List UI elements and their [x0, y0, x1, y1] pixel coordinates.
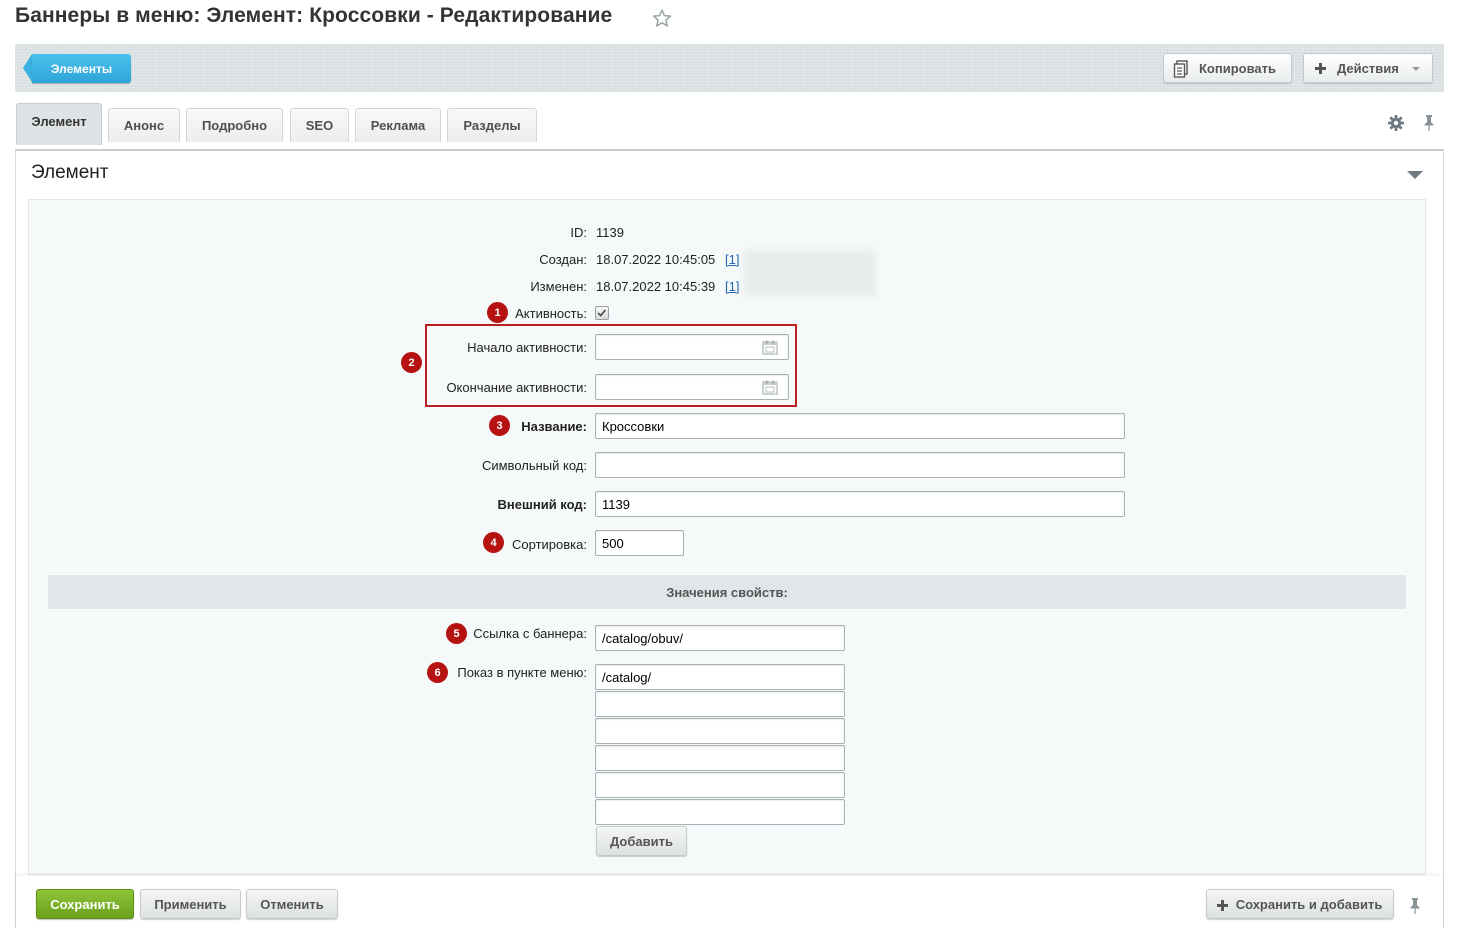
copy-button-label: Копировать — [1199, 60, 1277, 76]
sort-input[interactable]: 500 — [595, 530, 684, 556]
section-title: Элемент — [31, 162, 109, 183]
pin-icon[interactable] — [1422, 114, 1436, 132]
menu-item-label: Показ в пункте меню: — [457, 665, 587, 680]
code-label: Символьный код: — [481, 458, 587, 473]
menu-item-input[interactable] — [595, 799, 845, 825]
page-title: Баннеры в меню: Элемент: Кроссовки - Ред… — [15, 4, 613, 27]
checkmark-icon — [597, 309, 607, 317]
redacted-user-name — [744, 250, 876, 296]
tab-seo[interactable]: SEO — [290, 108, 349, 142]
menu-item-input[interactable] — [595, 718, 845, 744]
plus-icon — [1217, 900, 1228, 911]
properties-header: Значения свойств: — [48, 575, 1406, 609]
active-from-input[interactable] — [595, 334, 789, 360]
id-value: 1139 — [596, 225, 624, 240]
calendar-icon[interactable] — [762, 380, 778, 395]
back-arrow-icon[interactable] — [23, 54, 32, 82]
banner-link-input[interactable]: /catalog/obuv/ — [595, 625, 845, 651]
menu-item-input[interactable]: /catalog/ — [595, 664, 845, 690]
elements-button[interactable]: Элементы — [32, 54, 131, 83]
collapse-arrow-icon[interactable] — [1407, 171, 1423, 179]
actions-button[interactable]: Действия — [1303, 53, 1433, 83]
modified-user-link[interactable]: [1] — [725, 279, 739, 294]
active-label: Активность: — [515, 306, 587, 321]
marker-4: 4 — [483, 532, 504, 553]
calendar-icon[interactable] — [762, 340, 778, 355]
menu-item-input[interactable] — [595, 691, 845, 717]
marker-3: 3 — [489, 415, 510, 436]
active-to-input[interactable] — [595, 374, 789, 400]
pin-icon[interactable] — [1408, 897, 1422, 915]
tab-element[interactable]: Элемент — [16, 103, 102, 145]
star-icon[interactable] — [652, 8, 672, 28]
active-checkbox[interactable] — [595, 306, 609, 320]
save-and-add-button[interactable]: Сохранить и добавить — [1206, 889, 1394, 919]
plus-icon — [1315, 63, 1326, 74]
name-input[interactable]: Кроссовки — [595, 413, 1125, 439]
id-label: ID: — [570, 225, 587, 240]
actions-button-label: Действия — [1337, 60, 1399, 76]
modified-label: Изменен: — [530, 279, 587, 294]
xml-id-input[interactable]: 1139 — [595, 491, 1125, 517]
sort-label: Сортировка: — [512, 537, 587, 552]
xml-id-label: Внешний код: — [497, 497, 587, 512]
modified-value: 18.07.2022 10:45:39 — [596, 279, 716, 294]
tab-details[interactable]: Подробно — [186, 108, 283, 142]
name-label: Название: — [521, 419, 587, 434]
gear-icon[interactable] — [1387, 114, 1405, 132]
active-from-label: Начало активности: — [467, 340, 587, 355]
menu-item-input[interactable] — [595, 772, 845, 798]
created-label: Создан: — [539, 252, 587, 267]
copy-button[interactable]: Копировать — [1163, 53, 1292, 83]
banner-link-label: Ссылка с баннера: — [473, 626, 587, 641]
add-value-button[interactable]: Добавить — [596, 826, 687, 856]
active-to-label: Окончание активности: — [446, 380, 587, 395]
created-user-link[interactable]: [1] — [725, 252, 739, 267]
copy-icon — [1173, 60, 1188, 78]
cancel-button[interactable]: Отменить — [246, 889, 338, 919]
apply-button[interactable]: Применить — [140, 889, 241, 919]
save-and-add-label: Сохранить и добавить — [1235, 896, 1383, 912]
tab-sections[interactable]: Разделы — [447, 108, 537, 142]
marker-1: 1 — [487, 302, 508, 323]
save-button[interactable]: Сохранить — [36, 889, 134, 919]
tab-announce[interactable]: Анонс — [108, 108, 180, 142]
marker-2: 2 — [401, 352, 422, 373]
marker-5: 5 — [446, 623, 467, 644]
code-input[interactable] — [595, 452, 1125, 478]
marker-6: 6 — [427, 662, 448, 683]
chevron-down-icon — [1412, 67, 1420, 71]
tab-ads[interactable]: Реклама — [355, 108, 441, 142]
created-value: 18.07.2022 10:45:05 — [596, 252, 716, 267]
menu-item-input[interactable] — [595, 745, 845, 771]
